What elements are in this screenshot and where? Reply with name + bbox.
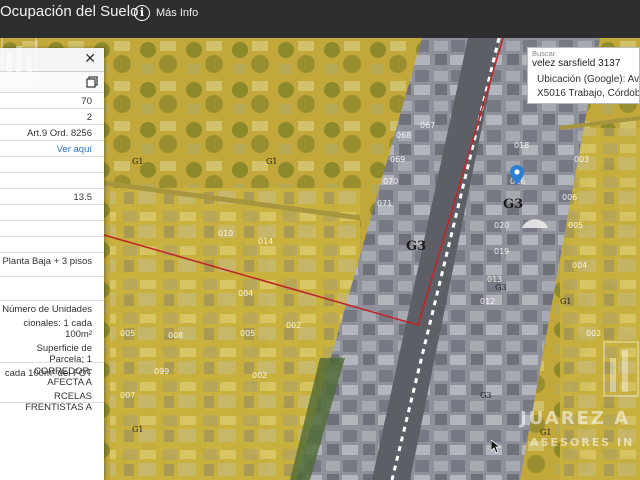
zone-label: G1 <box>560 297 571 306</box>
parcel-number: 069 <box>390 155 405 164</box>
zone-label: G1 <box>132 157 143 166</box>
panel-value: 70 <box>81 96 92 107</box>
parcel-number: 008 <box>168 331 183 340</box>
parcel-number: 010 <box>218 229 233 238</box>
parcel-number: 004 <box>572 261 587 270</box>
panel-value: 13.5 <box>73 192 93 203</box>
panel-link[interactable]: Ver aquí <box>0 144 92 155</box>
watermark-text: JUAREZ A <box>520 408 631 429</box>
panel-row <box>0 221 104 237</box>
panel-value: Superficie de Parcela; 1 <box>36 343 92 365</box>
parcel-number: 067 <box>420 121 435 130</box>
panel-value: cionales: 1 cada 100m² <box>23 318 92 340</box>
parcel-number: 013 <box>487 275 502 284</box>
zone-label: G3 <box>503 197 523 212</box>
parcel-info-panel: ✕ 70 2 Art.9 Ord. 8256 Ver aquí 13.5 Planta B… <box>0 48 104 480</box>
location-pin-icon[interactable] <box>510 165 524 185</box>
result-line: X5016 Trabajo, Córdoba, A <box>537 88 640 99</box>
parcel-number: 099 <box>154 367 169 376</box>
panel-row <box>0 157 104 173</box>
parcel-number: 006 <box>562 193 577 202</box>
top-bar: Ocupación del Suelo i Más Info <box>0 0 640 38</box>
zone-label: G3 <box>480 391 491 400</box>
parcel-number: 005 <box>120 329 135 338</box>
parcel-number: 012 <box>480 297 495 306</box>
parcel-number: 003 <box>574 155 589 164</box>
panel-row: Número de Unidades cionales: 1 cada 100m²… <box>0 301 104 379</box>
parcel-number: 005 <box>240 329 255 338</box>
panel-value: 2 <box>86 112 92 123</box>
panel-row: Planta Baja + 3 pisos <box>0 253 104 277</box>
zone-label: G1 <box>132 425 143 434</box>
panel-row <box>0 237 104 253</box>
mouse-cursor-icon <box>491 440 501 454</box>
parcel-number: 002 <box>286 321 301 330</box>
copy-icon[interactable] <box>86 76 98 88</box>
parcel-number: 018 <box>514 141 529 150</box>
search-input[interactable] <box>532 58 640 69</box>
more-info-label: Más Info <box>156 7 199 19</box>
more-info-button[interactable]: i Más Info <box>134 3 198 23</box>
panel-rows: 70 2 Art.9 Ord. 8256 Ver aquí 13.5 Planta Baj… <box>0 93 104 413</box>
parcel-number: 002 <box>252 371 267 380</box>
watermark-logo <box>603 341 639 397</box>
panel-value: Planta Baja + 3 pisos <box>2 256 92 267</box>
panel-row <box>0 173 104 189</box>
panel-row: 70 <box>0 93 104 109</box>
parcel-number: 070 <box>383 177 398 186</box>
geocode-result[interactable]: Ubicación (Google): Av. Vé X5016 Trabajo… <box>527 72 640 104</box>
parcel-number: 002 <box>586 329 601 338</box>
panel-value: Art.9 Ord. 8256 <box>27 128 92 139</box>
panel-row <box>0 277 104 301</box>
parcel-number: 068 <box>396 131 411 140</box>
panel-value: RCELAS FRENTISTAS A <box>25 391 92 413</box>
parcel-number: 004 <box>238 289 253 298</box>
app-logo <box>0 32 38 84</box>
panel-row: 2 <box>0 109 104 125</box>
panel-row <box>0 205 104 221</box>
panel-row[interactable]: Ver aquí <box>0 141 104 157</box>
result-line: Ubicación (Google): Av. Vé <box>537 74 640 85</box>
panel-row: Art.9 Ord. 8256 <box>0 125 104 141</box>
parcel-number: 014 <box>258 237 273 246</box>
search-label: Buscar <box>532 49 556 58</box>
panel-row: 13.5 <box>0 189 104 205</box>
zone-label: G1 <box>266 157 277 166</box>
app-title: Ocupación del Suelo <box>0 3 139 20</box>
panel-value: CORREDOR: AFECTA A <box>33 366 92 388</box>
zone-label: G3 <box>406 239 426 254</box>
parcel-number: 005 <box>568 221 583 230</box>
parcel-number: 019 <box>494 247 509 256</box>
panel-value: Número de Unidades <box>2 304 92 315</box>
panel-row: CORREDOR: AFECTA A RCELAS FRENTISTAS A <box>0 363 104 413</box>
parcel-number: 007 <box>120 391 135 400</box>
close-icon[interactable]: ✕ <box>84 51 96 67</box>
search-box[interactable]: Buscar <box>527 47 640 75</box>
info-icon[interactable]: i <box>134 5 150 21</box>
parcel-number: 071 <box>377 199 392 208</box>
watermark-subtext: ASESORES IN <box>530 436 635 449</box>
zone-label: G3 <box>495 283 506 292</box>
parcel-number: 020 <box>494 221 509 230</box>
